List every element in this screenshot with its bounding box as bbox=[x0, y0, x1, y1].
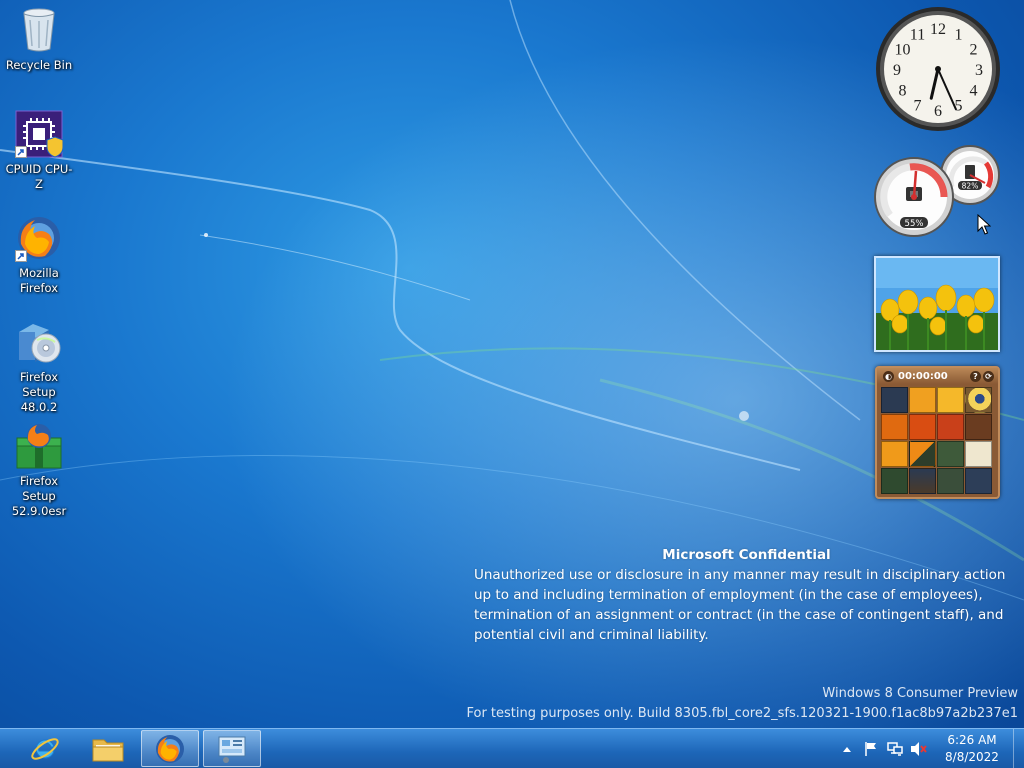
desktop-icon-label: Mozilla Firefox bbox=[19, 266, 59, 295]
system-clock[interactable]: 6:26 AM 8/8/2022 bbox=[931, 732, 1013, 766]
picture-puzzle-gadget[interactable]: ◐ 00:00:00 ? ⟳ bbox=[875, 366, 1000, 499]
folder-icon bbox=[92, 739, 124, 761]
mouse-pointer-icon bbox=[977, 214, 991, 235]
clock-numeral: 6 bbox=[934, 103, 942, 120]
action-center-flag-icon[interactable] bbox=[862, 740, 880, 758]
puzzle-tile[interactable] bbox=[909, 414, 936, 440]
puzzle-tile[interactable] bbox=[965, 468, 992, 494]
puzzle-tile[interactable] bbox=[881, 414, 908, 440]
clock-numeral: 1 bbox=[955, 26, 963, 43]
system-date: 8/8/2022 bbox=[945, 749, 999, 764]
puzzle-tile[interactable] bbox=[965, 414, 992, 440]
taskbar-control-panel[interactable] bbox=[203, 730, 261, 767]
desktop-icon-recycle-bin[interactable]: Recycle Bin bbox=[2, 6, 76, 73]
volume-muted-icon[interactable] bbox=[910, 740, 928, 758]
clock-numeral: 9 bbox=[893, 62, 901, 79]
taskbar-firefox[interactable] bbox=[141, 730, 199, 767]
clock-numeral: 7 bbox=[914, 98, 922, 115]
puzzle-tile[interactable] bbox=[909, 468, 936, 494]
puzzle-tile[interactable] bbox=[937, 387, 964, 413]
network-icon[interactable] bbox=[886, 740, 904, 758]
pause-icon[interactable]: ◐ bbox=[883, 370, 894, 382]
puzzle-tile[interactable] bbox=[881, 387, 908, 413]
clock-numeral: 11 bbox=[910, 26, 925, 43]
desktop-icon-mozilla-firefox[interactable]: Mozilla Firefox bbox=[2, 214, 76, 296]
tulips-photo bbox=[876, 258, 998, 350]
clock-numeral: 2 bbox=[970, 42, 978, 59]
shortcut-arrow-icon bbox=[15, 250, 27, 262]
desktop-icon-label: CPUID CPU-Z bbox=[5, 162, 73, 191]
analog-clock-face: 12 12 3 45678 9 1011 bbox=[876, 7, 1000, 131]
desktop-icon-cpu-z[interactable]: CPUID CPU-Z bbox=[2, 110, 76, 192]
puzzle-tile[interactable] bbox=[909, 387, 936, 413]
puzzle-toolbar: ◐ 00:00:00 ? ⟳ bbox=[877, 368, 998, 384]
shortcut-arrow-icon bbox=[15, 146, 27, 158]
slideshow-gadget[interactable] bbox=[874, 256, 1000, 352]
control-panel-icon bbox=[218, 736, 246, 763]
firefox-icon bbox=[15, 214, 63, 262]
cpu-percent: 55% bbox=[905, 219, 924, 229]
edition-text: Windows 8 Consumer Preview bbox=[822, 686, 1018, 701]
desktop-icon-firefox-setup-48[interactable]: Firefox Setup 48.0.2 bbox=[2, 318, 76, 415]
desktop-icon-label: Recycle Bin bbox=[5, 58, 73, 72]
confidential-watermark: Microsoft Confidential Unauthorized use … bbox=[474, 545, 1019, 645]
desktop-icon-label: Firefox Setup 52.9.0esr bbox=[11, 474, 67, 518]
notification-area: 6:26 AM 8/8/2022 bbox=[835, 729, 1024, 768]
puzzle-tile[interactable] bbox=[965, 387, 992, 413]
puzzle-timer: 00:00:00 bbox=[898, 370, 948, 382]
system-time: 6:26 AM bbox=[947, 732, 997, 747]
watermark-body: Unauthorized use or disclosure in any ma… bbox=[474, 567, 1006, 643]
build-watermark: Windows 8 Consumer Preview For testing p… bbox=[466, 684, 1018, 724]
clock-numeral: 12 bbox=[930, 21, 946, 38]
show-desktop-button[interactable] bbox=[1013, 729, 1024, 768]
watermark-title: Microsoft Confidential bbox=[662, 547, 831, 563]
puzzle-tile[interactable] bbox=[881, 441, 908, 467]
clock-numeral: 4 bbox=[970, 83, 978, 100]
clock-numeral: 3 bbox=[975, 62, 983, 79]
show-hidden-icon[interactable] bbox=[838, 740, 856, 758]
firefox-setup-icon bbox=[15, 422, 63, 470]
clock-numeral: 10 bbox=[894, 42, 910, 59]
puzzle-shuffle-button[interactable]: ⟳ bbox=[983, 370, 994, 382]
puzzle-tile[interactable] bbox=[937, 468, 964, 494]
puzzle-tile[interactable] bbox=[937, 414, 964, 440]
clock-gadget[interactable]: 12 1 2 3 4 5 6 7 8 9 10 11 bbox=[874, 5, 1002, 133]
clock-numeral: 8 bbox=[898, 83, 906, 100]
puzzle-grid[interactable] bbox=[881, 387, 994, 494]
clock-numeral: 5 bbox=[955, 98, 963, 115]
taskbar-internet-explorer[interactable] bbox=[16, 730, 74, 767]
cpu-z-icon bbox=[15, 110, 64, 158]
taskbar: 6:26 AM 8/8/2022 bbox=[0, 728, 1024, 768]
puzzle-tile[interactable] bbox=[937, 441, 964, 467]
ie-icon bbox=[31, 737, 59, 760]
desktop-icon-firefox-setup-52[interactable]: Firefox Setup 52.9.0esr bbox=[2, 422, 76, 519]
cpu-dial: 55% bbox=[874, 157, 954, 237]
memory-percent: 82% bbox=[962, 182, 979, 191]
build-text: For testing purposes only. Build 8305.fb… bbox=[466, 706, 1018, 721]
installer-icon bbox=[15, 318, 63, 366]
puzzle-tile[interactable] bbox=[965, 441, 992, 467]
desktop-icon-label: Firefox Setup 48.0.2 bbox=[19, 370, 59, 414]
recycle-bin-icon bbox=[15, 6, 63, 54]
firefox-icon bbox=[156, 734, 184, 763]
puzzle-tile[interactable] bbox=[909, 441, 936, 467]
puzzle-help-button[interactable]: ? bbox=[970, 370, 981, 382]
puzzle-tile[interactable] bbox=[881, 468, 908, 494]
taskbar-file-explorer[interactable] bbox=[79, 730, 137, 767]
